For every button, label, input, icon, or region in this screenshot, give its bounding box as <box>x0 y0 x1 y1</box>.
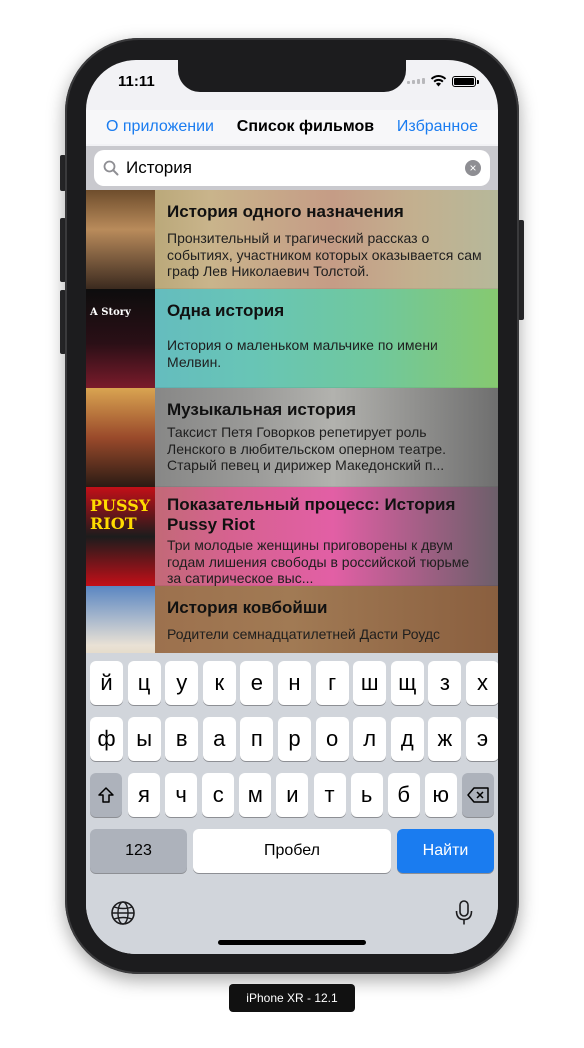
list-item[interactable]: A Story Одна история История о маленьком… <box>86 289 498 388</box>
movie-poster <box>86 388 155 487</box>
movie-poster: A Story <box>86 289 155 388</box>
numbers-key[interactable]: 123 <box>90 829 187 873</box>
key-а[interactable]: а <box>202 717 236 761</box>
device-label: iPhone XR - 12.1 <box>229 984 355 1012</box>
key-ж[interactable]: ж <box>428 717 462 761</box>
key-ф[interactable]: ф <box>90 717 123 761</box>
list-item-text: История ковбойши Родители семнадцатилетн… <box>155 586 498 653</box>
globe-icon[interactable] <box>110 900 136 926</box>
list-item[interactable]: PUSSY RIOT Показательный процесс: Истори… <box>86 487 498 586</box>
key-ь[interactable]: ь <box>350 773 383 817</box>
key-л[interactable]: л <box>353 717 387 761</box>
key-д[interactable]: д <box>390 717 424 761</box>
key-о[interactable]: о <box>315 717 349 761</box>
favorites-link[interactable]: Избранное <box>397 118 478 136</box>
key-г[interactable]: г <box>315 661 349 705</box>
key-с[interactable]: с <box>202 773 235 817</box>
battery-icon <box>452 75 479 87</box>
poster-title: PUSSY RIOT <box>90 496 151 533</box>
key-ы[interactable]: ы <box>127 717 161 761</box>
search-submit-key[interactable]: Найти <box>397 829 494 873</box>
list-item-text: Одна история История о маленьком мальчик… <box>155 289 498 387</box>
key-б[interactable]: б <box>387 773 420 817</box>
list-item[interactable]: История ковбойши Родители семнадцатилетн… <box>86 586 498 653</box>
movie-description: Родители семнадцатилетней Дасти Роудс <box>167 626 441 642</box>
key-я[interactable]: я <box>128 773 160 817</box>
key-и[interactable]: и <box>276 773 309 817</box>
page-title: Список фильмов <box>236 118 375 135</box>
keyboard-row-2: фывапролджэ <box>86 717 498 761</box>
key-н[interactable]: н <box>278 661 311 705</box>
notch <box>178 60 406 92</box>
signal-icon <box>407 78 425 84</box>
wifi-icon <box>430 75 447 87</box>
movie-poster <box>86 190 155 289</box>
key-ш[interactable]: ш <box>353 661 387 705</box>
backspace-icon <box>467 787 489 803</box>
list-item-text: История одного назначения Пронзительный … <box>155 190 498 288</box>
key-п[interactable]: п <box>240 717 274 761</box>
search-bar: × <box>86 146 498 190</box>
mic-icon[interactable] <box>454 900 474 926</box>
key-ц[interactable]: ц <box>127 661 161 705</box>
key-м[interactable]: м <box>239 773 272 817</box>
movie-description: Пронзительный и трагический рассказ о со… <box>167 230 482 279</box>
key-э[interactable]: э <box>466 717 498 761</box>
key-у[interactable]: у <box>165 661 199 705</box>
key-х[interactable]: х <box>466 661 498 705</box>
list-item[interactable]: Музыкальная история Таксист Петя Говорко… <box>86 388 498 487</box>
movie-description: Таксист Петя Говорков репетирует роль Ле… <box>167 424 447 473</box>
search-icon <box>103 160 119 176</box>
movie-poster <box>86 586 155 653</box>
keyboard-row-4: 123 Пробел Найти <box>86 829 498 873</box>
key-р[interactable]: р <box>278 717 311 761</box>
key-ч[interactable]: ч <box>165 773 198 817</box>
clear-icon[interactable]: × <box>465 160 481 176</box>
keyboard-row-1: йцукенгшщзх <box>86 661 498 705</box>
status-time: 11:11 <box>118 73 155 90</box>
movie-poster: PUSSY RIOT <box>86 487 155 586</box>
key-к[interactable]: к <box>202 661 236 705</box>
backspace-key[interactable] <box>462 773 494 817</box>
search-input[interactable] <box>126 158 426 178</box>
key-е[interactable]: е <box>240 661 274 705</box>
keyboard: йцукенгшщзх фывапролджэ ячсмитьбю 123 Пр… <box>86 653 498 954</box>
search-box[interactable]: × <box>94 150 490 186</box>
movie-title: Одна история <box>167 301 285 320</box>
navigation-bar: О приложении Список фильмов Избранное <box>86 110 498 144</box>
movie-description: История о маленьком мальчике по имени Ме… <box>167 337 438 370</box>
phone-screen: 11:11 О приложении Список фильмов Избран… <box>86 60 498 954</box>
key-в[interactable]: в <box>165 717 199 761</box>
key-й[interactable]: й <box>90 661 123 705</box>
keyboard-row-3: ячсмитьбю <box>86 773 498 817</box>
key-з[interactable]: з <box>428 661 462 705</box>
key-щ[interactable]: щ <box>390 661 424 705</box>
movie-list: История одного назначения Пронзительный … <box>86 190 498 653</box>
movie-title: Музыкальная история <box>167 400 357 419</box>
list-item-text: Музыкальная история Таксист Петя Говорко… <box>155 388 498 486</box>
shift-key[interactable] <box>90 773 122 817</box>
list-item[interactable]: История одного назначения Пронзительный … <box>86 190 498 289</box>
status-icons <box>407 75 479 87</box>
space-key[interactable]: Пробел <box>193 829 391 873</box>
movie-title: Показательный процесс: История Pussy Rio… <box>167 495 456 534</box>
home-indicator[interactable] <box>218 940 366 945</box>
shift-icon <box>98 787 114 803</box>
about-app-link[interactable]: О приложении <box>106 118 214 136</box>
movie-title: История одного назначения <box>167 202 404 221</box>
list-item-text: Показательный процесс: История Pussy Rio… <box>155 487 498 586</box>
key-т[interactable]: т <box>313 773 346 817</box>
movie-title: История ковбойши <box>167 598 328 617</box>
poster-title: A Story <box>90 307 131 318</box>
movie-description: Три молодые женщины приговорены к двум г… <box>167 537 470 586</box>
key-ю[interactable]: ю <box>424 773 457 817</box>
